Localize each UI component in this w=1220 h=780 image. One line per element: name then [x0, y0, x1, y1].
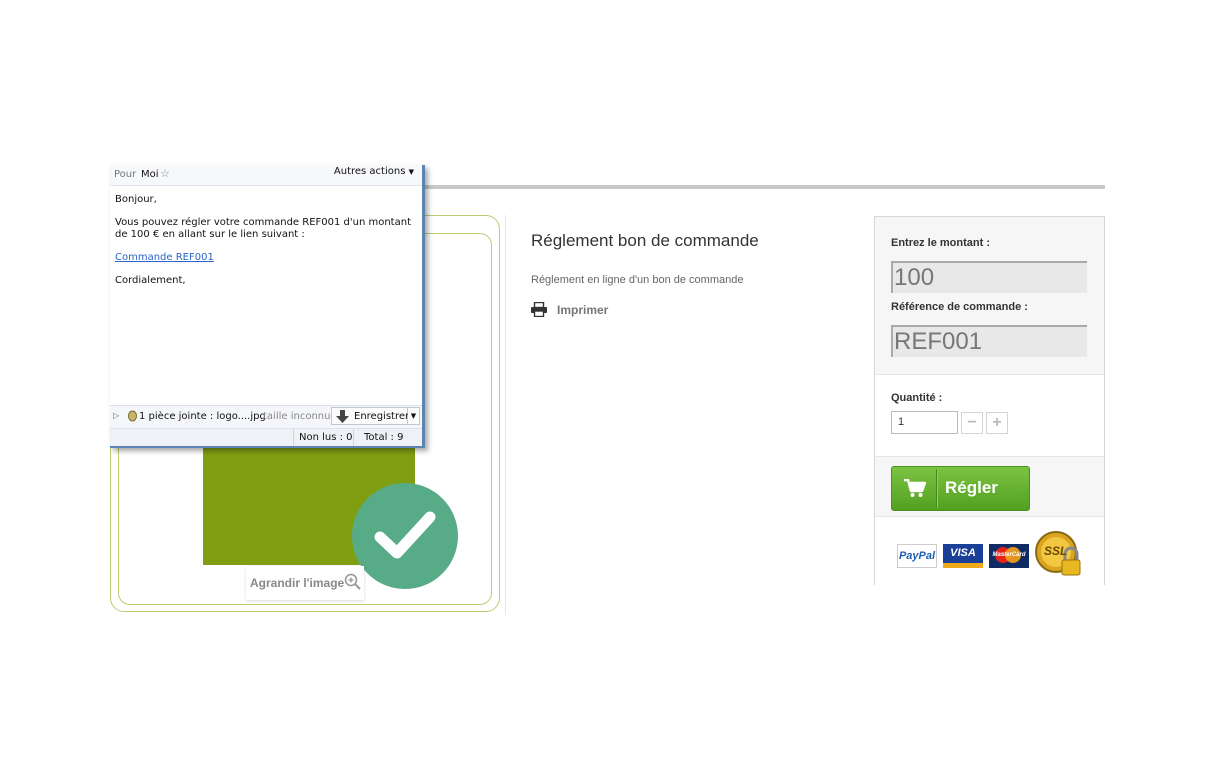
quantity-decrease-button[interactable]: −	[961, 412, 983, 434]
zoom-in-icon	[344, 573, 361, 590]
status-separator	[353, 429, 354, 446]
email-header: Pour Moi ☆ Autres actions ▼	[110, 165, 422, 186]
mastercard-label: MasterCard	[992, 552, 1026, 558]
email-window: Pour Moi ☆ Autres actions ▼ Bonjour, Vou…	[110, 165, 425, 448]
email-closing: Cordialement,	[115, 275, 186, 286]
total-count: Total : 9	[364, 432, 404, 443]
paypal-logo: PayPal	[897, 544, 937, 568]
attachment-bar: ▷ 1 pièce jointe : logo....jpg taille in…	[110, 405, 422, 428]
order-link[interactable]: Commande REF001	[115, 252, 214, 263]
print-label: Imprimer	[557, 303, 609, 317]
product-title: Réglement bon de commande	[531, 231, 759, 250]
top-divider	[425, 185, 1105, 189]
amount-label: Entrez le montant :	[891, 237, 991, 249]
zoom-image-button[interactable]: Agrandir l'image	[246, 566, 364, 600]
check-icon	[352, 483, 458, 589]
chevron-down-icon: ▼	[408, 168, 414, 176]
attachment-name[interactable]: 1 pièce jointe : logo....jpg	[139, 411, 266, 422]
payment-box: Entrez le montant : 100 Référence de com…	[874, 216, 1105, 585]
amount-input[interactable]: 100	[891, 261, 1087, 293]
quantity-increase-button[interactable]: +	[986, 412, 1008, 434]
zoom-image-label: Agrandir l'image	[250, 576, 345, 590]
email-greeting: Bonjour,	[115, 194, 157, 205]
amount-section: Entrez le montant : 100 Référence de com…	[875, 217, 1104, 374]
ssl-label: SSL	[1044, 544, 1068, 558]
star-icon[interactable]: ☆	[160, 167, 170, 180]
other-actions-menu[interactable]: Autres actions ▼	[334, 166, 414, 177]
visa-logo: VISA	[943, 544, 983, 568]
save-attachment-button[interactable]: Enregistrer	[331, 407, 410, 425]
payment-logos-section: PayPal VISA MasterCard SSL	[875, 516, 1104, 585]
email-message: Vous pouvez régler votre commande REF001…	[115, 217, 411, 240]
product-description: Réglement en ligne d'un bon de commande	[531, 274, 744, 286]
email-status-bar: Non lus : 0 Total : 9	[110, 428, 422, 446]
ssl-lock-logo: SSL	[1035, 530, 1085, 580]
other-actions-label: Autres actions	[333, 166, 406, 177]
cart-icon	[904, 479, 926, 497]
mastercard-logo: MasterCard	[989, 544, 1029, 568]
save-dropdown-arrow[interactable]: ▼	[408, 407, 420, 425]
pay-button[interactable]: Régler	[891, 466, 1030, 511]
paperclip-icon	[128, 410, 137, 422]
printer-icon	[531, 302, 547, 317]
pay-button-label: Régler	[945, 478, 998, 497]
expand-triangle-icon[interactable]: ▷	[113, 411, 119, 420]
quantity-label: Quantité :	[891, 392, 943, 404]
download-arrow-icon	[336, 410, 349, 423]
pay-button-divider	[936, 469, 938, 508]
to-recipient[interactable]: Moi	[141, 169, 159, 180]
unread-count: Non lus : 0	[299, 432, 353, 443]
save-attachment-label: Enregistrer	[354, 411, 410, 422]
status-separator	[293, 429, 294, 446]
reference-label: Référence de commande :	[891, 301, 1028, 313]
reference-input[interactable]: REF001	[891, 325, 1087, 357]
to-label: Pour	[114, 169, 137, 180]
quantity-input[interactable]: 1	[891, 411, 958, 434]
attachment-size: taille inconnue	[263, 411, 337, 422]
email-body: Bonjour, Vous pouvez régler votre comman…	[110, 186, 422, 287]
